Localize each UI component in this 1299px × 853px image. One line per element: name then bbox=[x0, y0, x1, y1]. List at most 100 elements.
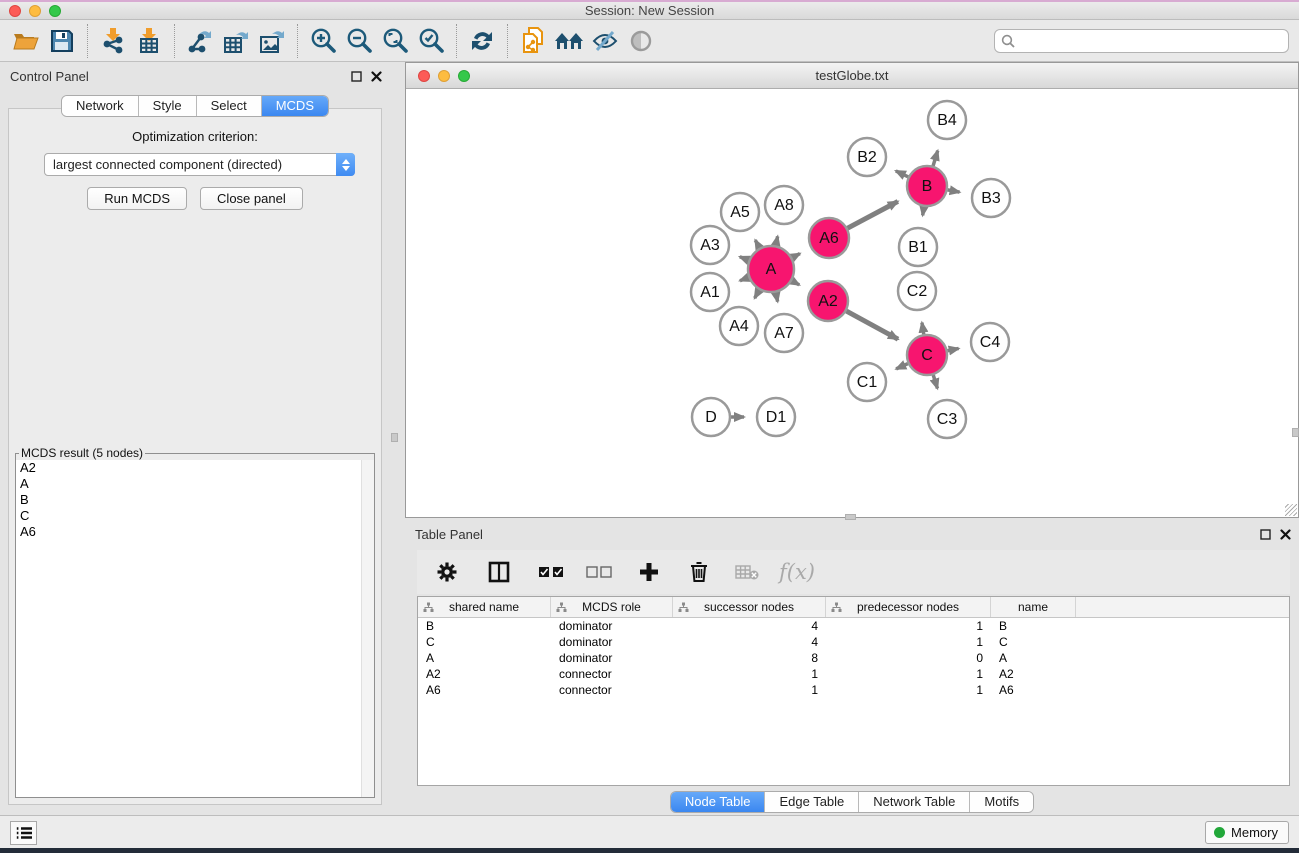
table-cell[interactable]: 1 bbox=[826, 635, 991, 649]
tab-network-table[interactable]: Network Table bbox=[859, 792, 970, 812]
apply-layout-button[interactable] bbox=[464, 23, 500, 59]
graph-edge[interactable] bbox=[923, 207, 924, 216]
graph-edge[interactable] bbox=[896, 171, 908, 177]
graph-edge[interactable] bbox=[933, 151, 938, 166]
graph-edge[interactable] bbox=[948, 190, 960, 192]
table-cell[interactable]: connector bbox=[551, 667, 673, 681]
table-cell[interactable]: dominator bbox=[551, 651, 673, 665]
tab-mcds[interactable]: MCDS bbox=[262, 96, 328, 116]
mcds-result-item[interactable]: B bbox=[16, 492, 374, 508]
table-cell[interactable]: A bbox=[418, 651, 551, 665]
graph-edge[interactable] bbox=[792, 281, 799, 285]
export-table-button[interactable] bbox=[218, 23, 254, 59]
graph-edge[interactable] bbox=[740, 257, 749, 260]
column-header[interactable]: MCDS role bbox=[551, 597, 673, 617]
network-canvas[interactable]: B4B2BB3A8A5A6A3B1AA1C2A2A4A7C4CC1C3DD1 bbox=[406, 89, 1298, 517]
table-cell[interactable]: dominator bbox=[551, 619, 673, 633]
first-neighbors-button[interactable] bbox=[551, 23, 587, 59]
tab-motifs[interactable]: Motifs bbox=[970, 792, 1033, 812]
graph-edge[interactable] bbox=[755, 240, 759, 248]
new-network-from-selection-button[interactable] bbox=[515, 23, 551, 59]
table-cell[interactable]: 0 bbox=[826, 651, 991, 665]
table-settings-button[interactable] bbox=[429, 554, 465, 590]
hide-graphics-details-button[interactable] bbox=[587, 23, 623, 59]
table-cell[interactable]: C bbox=[418, 635, 551, 649]
graph-edge[interactable] bbox=[846, 311, 898, 339]
float-panel-icon[interactable] bbox=[351, 71, 362, 82]
tab-network[interactable]: Network bbox=[62, 96, 139, 116]
splitter-handle[interactable] bbox=[391, 433, 398, 442]
table-row[interactable]: A6connector11A6 bbox=[418, 682, 1289, 698]
table-cell[interactable]: 1 bbox=[826, 667, 991, 681]
column-view-button[interactable] bbox=[481, 554, 517, 590]
table-cell[interactable]: C bbox=[991, 635, 1076, 649]
tab-select[interactable]: Select bbox=[197, 96, 262, 116]
import-table-button[interactable] bbox=[131, 23, 167, 59]
optimization-criterion-select[interactable]: largest connected component (directed) bbox=[44, 153, 355, 176]
splitter-handle[interactable] bbox=[1292, 428, 1299, 437]
column-header[interactable]: name bbox=[991, 597, 1076, 617]
scrollbar[interactable] bbox=[361, 460, 374, 797]
open-session-button[interactable] bbox=[8, 23, 44, 59]
close-panel-button[interactable]: Close panel bbox=[200, 187, 303, 210]
graph-edge[interactable] bbox=[922, 323, 924, 335]
table-row[interactable]: Adominator80A bbox=[418, 650, 1289, 666]
graph-edge[interactable] bbox=[948, 348, 959, 350]
memory-button[interactable]: Memory bbox=[1205, 821, 1289, 844]
close-panel-icon[interactable] bbox=[371, 71, 382, 82]
table-cell[interactable]: 1 bbox=[673, 683, 826, 697]
table-row[interactable]: Bdominator41B bbox=[418, 618, 1289, 634]
resize-grip[interactable] bbox=[1285, 504, 1297, 516]
table-cell[interactable]: 4 bbox=[673, 619, 826, 633]
graph-edge[interactable] bbox=[848, 201, 898, 228]
mcds-result-item[interactable]: A2 bbox=[16, 460, 374, 476]
run-mcds-button[interactable]: Run MCDS bbox=[87, 187, 187, 210]
export-network-button[interactable] bbox=[182, 23, 218, 59]
search-field[interactable] bbox=[994, 29, 1289, 53]
column-header[interactable]: predecessor nodes bbox=[826, 597, 991, 617]
mcds-result-list[interactable]: A2ABCA6 bbox=[16, 460, 374, 797]
network-window-titlebar[interactable]: testGlobe.txt bbox=[406, 63, 1298, 89]
table-row[interactable]: A2connector11A2 bbox=[418, 666, 1289, 682]
table-cell[interactable]: A2 bbox=[418, 667, 551, 681]
zoom-selected-button[interactable] bbox=[413, 23, 449, 59]
table-cell[interactable]: A6 bbox=[418, 683, 551, 697]
mcds-result-item[interactable]: A6 bbox=[16, 524, 374, 540]
delete-table-button[interactable] bbox=[729, 554, 765, 590]
tab-edge-table[interactable]: Edge Table bbox=[765, 792, 859, 812]
tab-style[interactable]: Style bbox=[139, 96, 197, 116]
graph-edge[interactable] bbox=[755, 290, 760, 298]
table-cell[interactable]: 1 bbox=[673, 667, 826, 681]
table-cell[interactable]: B bbox=[418, 619, 551, 633]
table-cell[interactable]: B bbox=[991, 619, 1076, 633]
graph-edge[interactable] bbox=[896, 364, 908, 369]
column-header[interactable]: successor nodes bbox=[673, 597, 826, 617]
float-panel-icon[interactable] bbox=[1260, 529, 1271, 540]
delete-column-button[interactable] bbox=[681, 554, 717, 590]
deselect-all-button[interactable] bbox=[581, 554, 617, 590]
save-session-button[interactable] bbox=[44, 23, 80, 59]
table-cell[interactable]: 1 bbox=[826, 619, 991, 633]
column-header[interactable]: shared name bbox=[418, 597, 551, 617]
table-cell[interactable]: connector bbox=[551, 683, 673, 697]
graph-edge[interactable] bbox=[740, 277, 749, 280]
tab-node-table[interactable]: Node Table bbox=[671, 792, 766, 812]
table-cell[interactable]: A6 bbox=[991, 683, 1076, 697]
table-cell[interactable]: dominator bbox=[551, 635, 673, 649]
zoom-in-button[interactable] bbox=[305, 23, 341, 59]
graph-edge[interactable] bbox=[933, 375, 937, 388]
function-builder-button[interactable]: f(x) bbox=[779, 554, 815, 590]
table-cell[interactable]: 8 bbox=[673, 651, 826, 665]
graph-edge[interactable] bbox=[792, 254, 800, 258]
table-cell[interactable]: A2 bbox=[991, 667, 1076, 681]
graph-edge[interactable] bbox=[776, 293, 778, 302]
task-history-button[interactable] bbox=[10, 821, 37, 845]
table-cell[interactable]: A bbox=[991, 651, 1076, 665]
table-cell[interactable]: 4 bbox=[673, 635, 826, 649]
zoom-out-button[interactable] bbox=[341, 23, 377, 59]
add-column-button[interactable] bbox=[631, 554, 667, 590]
show-graphics-details-button[interactable] bbox=[623, 23, 659, 59]
zoom-fit-button[interactable] bbox=[377, 23, 413, 59]
export-image-button[interactable] bbox=[254, 23, 290, 59]
import-network-button[interactable] bbox=[95, 23, 131, 59]
